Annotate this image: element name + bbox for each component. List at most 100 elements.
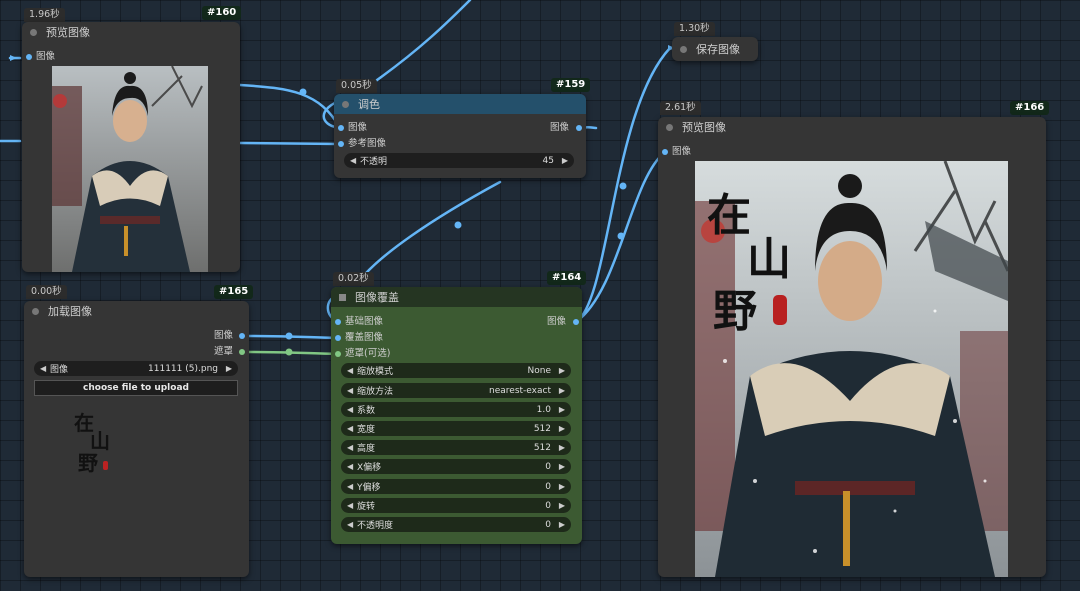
collapse-square-icon[interactable] (339, 293, 346, 301)
resize-mode-widget[interactable]: ◀ 缩放模式 None ▶ (341, 363, 571, 378)
output-slot-dot-icon[interactable] (239, 349, 245, 355)
timing-label: 0.05秒 (336, 79, 377, 93)
input-slot-dot-icon[interactable] (335, 319, 341, 325)
image-select-widget[interactable]: ◀ 图像 111111 (5).png ▶ (34, 361, 238, 376)
input-slot-dot-icon[interactable] (662, 149, 668, 155)
input-slot-label: 图像 (36, 51, 56, 62)
decrement-arrow-icon[interactable]: ◀ (350, 156, 360, 165)
decrement-arrow-icon[interactable]: ◀ (347, 386, 357, 395)
opacity-widget[interactable]: ◀ 不透明 45 ▶ (344, 153, 574, 168)
widget-label: 系数 (357, 406, 376, 416)
node-id-badge: #165 (214, 285, 254, 299)
decrement-arrow-icon[interactable]: ◀ (347, 424, 357, 433)
widget-label: Y偏移 (357, 483, 381, 493)
widget-value: nearest-exact (489, 385, 551, 396)
opacity-widget[interactable]: ◀ 不透明度 0 ▶ (341, 517, 571, 532)
decrement-arrow-icon[interactable]: ◀ (347, 462, 357, 471)
timing-label: 0.02秒 (333, 272, 374, 286)
preview-node-166[interactable]: 预览图像 图像 在 山 野 (658, 117, 1046, 577)
preview-image (52, 66, 208, 272)
loaded-image-thumbnail: 在 山 野 (72, 407, 122, 477)
decrement-arrow-icon[interactable]: ◀ (347, 501, 357, 510)
increment-arrow-icon[interactable]: ▶ (560, 156, 568, 165)
input-slot-dot-icon[interactable] (26, 54, 32, 60)
node-title: 图像覆盖 (355, 291, 399, 304)
input-slot-dot-icon[interactable] (335, 335, 341, 341)
node-title: 加载图像 (48, 305, 92, 318)
node-title: 预览图像 (46, 26, 90, 39)
output-slot-dot-icon[interactable] (576, 125, 582, 131)
decrement-arrow-icon[interactable]: ◀ (347, 443, 357, 452)
output-slot-dot-icon[interactable] (573, 319, 579, 325)
widget-label: X偏移 (357, 463, 382, 473)
increment-arrow-icon[interactable]: ▶ (557, 405, 565, 414)
increment-arrow-icon[interactable]: ▶ (557, 501, 565, 510)
node-header[interactable]: 加载图像 (24, 301, 249, 321)
seal-stamp-icon (103, 461, 108, 470)
increment-arrow-icon[interactable]: ▶ (557, 443, 565, 452)
node-id-badge: #159 (551, 78, 591, 92)
output-slot-dot-icon[interactable] (239, 333, 245, 339)
increment-arrow-icon[interactable]: ▶ (557, 462, 565, 471)
node-header[interactable]: 预览图像 (22, 22, 240, 42)
resize-method-widget[interactable]: ◀ 缩放方法 nearest-exact ▶ (341, 383, 571, 398)
output-slot-label: 图像 (214, 330, 234, 341)
timing-label: 0.00秒 (26, 285, 67, 299)
seal-stamp-icon (773, 295, 787, 325)
input-slot-label: 图像 (672, 146, 692, 157)
calligraphy-char: 野 (713, 286, 757, 337)
thumb-char: 野 (78, 451, 98, 475)
upload-button[interactable]: choose file to upload (34, 380, 238, 396)
node-id-badge: #164 (547, 271, 587, 285)
decrement-arrow-icon[interactable]: ◀ (347, 520, 357, 529)
widget-value: 512 (533, 423, 551, 434)
decrement-arrow-icon[interactable]: ◀ (347, 482, 357, 491)
calligraphy-char: 在 (707, 190, 751, 241)
increment-arrow-icon[interactable]: ▶ (557, 482, 565, 491)
node-id-badge: #166 (1010, 101, 1050, 115)
widget-label: 宽度 (357, 425, 376, 435)
widget-value: 0 (545, 461, 551, 472)
increment-arrow-icon[interactable]: ▶ (557, 520, 565, 529)
collapse-dot-icon[interactable] (342, 100, 349, 108)
image-overlay-node-164[interactable]: 图像覆盖 基础图像 覆盖图像 遮罩(可选) 图像 ◀ 缩放模式 None ▶ ◀… (331, 287, 582, 544)
node-canvas[interactable]: 1.96秒 #160 预览图像 图像 0.05秒 #159 调色 图像 参考图像… (0, 0, 1080, 591)
decrement-arrow-icon[interactable]: ◀ (347, 366, 357, 375)
height-widget[interactable]: ◀ 高度 512 ▶ (341, 440, 571, 455)
x-offset-widget[interactable]: ◀ X偏移 0 ▶ (341, 459, 571, 474)
y-offset-widget[interactable]: ◀ Y偏移 0 ▶ (341, 479, 571, 494)
node-id-badge: #160 (202, 6, 242, 20)
load-image-node-165[interactable]: 加载图像 图像 遮罩 ◀ 图像 111111 (5).png ▶ choose … (24, 301, 249, 577)
preview-node-160[interactable]: 预览图像 图像 (22, 22, 240, 272)
widget-label: 旋转 (357, 502, 376, 512)
widget-value: 0 (545, 481, 551, 492)
rotation-widget[interactable]: ◀ 旋转 0 ▶ (341, 498, 571, 513)
input-slot-label: 参考图像 (348, 138, 387, 149)
widget-value: 111111 (5).png (148, 363, 218, 374)
color-adjust-node-159[interactable]: 调色 图像 参考图像 图像 ◀ 不透明 45 ▶ (334, 94, 586, 178)
input-slot-dot-icon[interactable] (335, 351, 341, 357)
decrement-arrow-icon[interactable]: ◀ (347, 405, 357, 414)
increment-arrow-icon[interactable]: ▶ (557, 366, 565, 375)
decrement-arrow-icon[interactable]: ◀ (40, 364, 50, 373)
node-header[interactable]: 保存图像 (672, 37, 758, 61)
increment-arrow-icon[interactable]: ▶ (557, 424, 565, 433)
collapse-dot-icon[interactable] (32, 307, 39, 315)
collapse-dot-icon[interactable] (30, 28, 37, 36)
save-image-node[interactable]: 保存图像 (672, 37, 758, 61)
collapse-dot-icon[interactable] (666, 123, 673, 131)
calligraphy-overlay: 在 山 野 (707, 179, 807, 349)
node-header[interactable]: 图像覆盖 (331, 287, 582, 307)
increment-arrow-icon[interactable]: ▶ (224, 364, 232, 373)
factor-widget[interactable]: ◀ 系数 1.0 ▶ (341, 402, 571, 417)
collapse-dot-icon[interactable] (680, 45, 687, 53)
node-header[interactable]: 预览图像 (658, 117, 1046, 137)
widget-label: 高度 (357, 444, 376, 454)
node-header[interactable]: 调色 (334, 94, 586, 114)
widget-value: 0 (545, 519, 551, 530)
input-slot-label: 图像 (348, 122, 368, 133)
increment-arrow-icon[interactable]: ▶ (557, 386, 565, 395)
input-slot-dot-icon[interactable] (338, 125, 344, 131)
width-widget[interactable]: ◀ 宽度 512 ▶ (341, 421, 571, 436)
input-slot-dot-icon[interactable] (338, 141, 344, 147)
